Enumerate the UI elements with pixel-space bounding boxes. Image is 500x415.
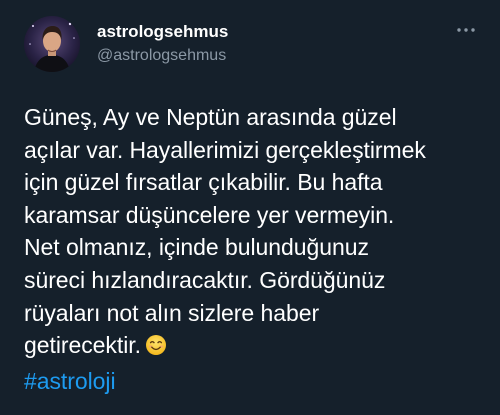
tweet-text-line: için güzel fırsatlar çıkabilir. Bu hafta	[24, 169, 383, 196]
tweet-text-line: rüyaları not alın sizlere haber	[24, 299, 320, 326]
avatar[interactable]	[24, 16, 80, 72]
tweet-text-line: Güneş, Ay ve Neptün arasında güzel	[24, 104, 397, 130]
tweet-text-line-last: getirecektir.	[24, 329, 494, 365]
author-names: astrologsehmus @astrologsehmus	[97, 22, 228, 66]
profile-photo-icon	[24, 16, 80, 72]
more-options-button[interactable]	[454, 22, 478, 38]
tweet-text-line: Net olmanız, içinde bulunduğunuz	[24, 234, 369, 261]
tweet-text-line: açılar var. Hayallerimizi gerçekleştirme…	[24, 136, 426, 163]
author-display-name[interactable]: astrologsehmus	[97, 22, 228, 42]
tweet-text-line: karamsar düşüncelere yer vermeyin.	[24, 201, 395, 228]
ellipsis-icon	[457, 28, 475, 32]
author-handle[interactable]: @astrologsehmus	[97, 46, 228, 66]
tweet: astrologsehmus @astrologsehmus Güneş, Ay…	[0, 0, 500, 415]
tweet-text: Güneş, Ay ve Neptün arasında güzel açıla…	[24, 101, 494, 397]
hashtag-link[interactable]: #astroloji	[24, 365, 494, 398]
tweet-text-line: getirecektir.	[24, 332, 141, 359]
tweet-text-line: süreci hızlandıracaktır. Gördüğünüz	[24, 266, 386, 293]
smiling-face-emoji-icon	[145, 332, 167, 365]
